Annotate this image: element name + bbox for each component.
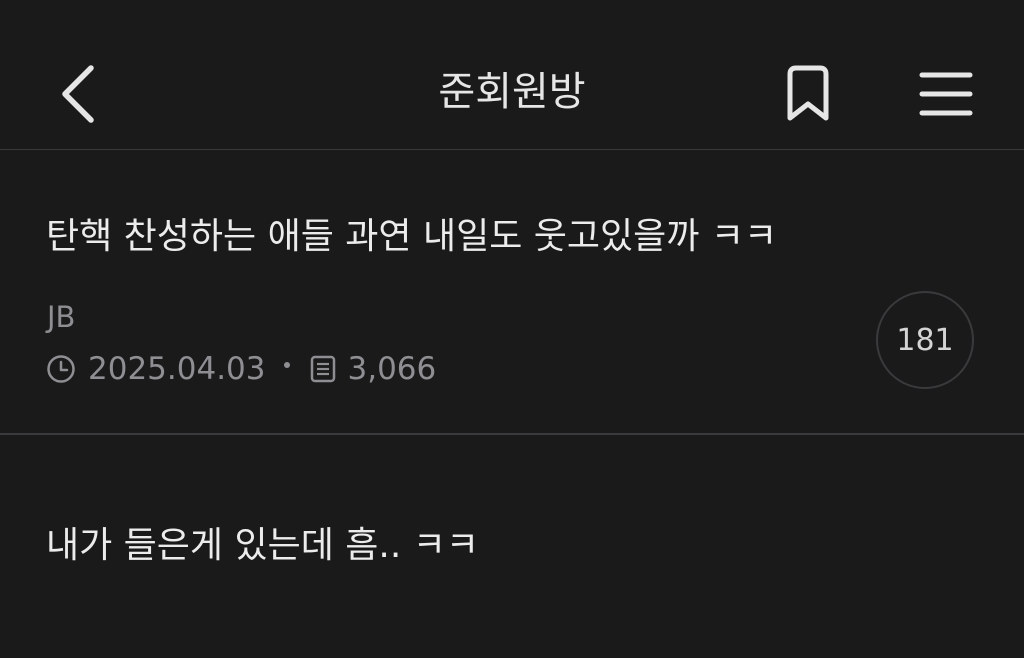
post-title[interactable]: 내가 들은게 있는데 흠.. ㅋㅋ — [46, 518, 479, 574]
top-navigation-bar: 준회원방 — [0, 0, 1024, 150]
post-item[interactable]: 내가 들은게 있는데 흠.. ㅋㅋ — [0, 436, 1024, 658]
menu-button[interactable] — [900, 55, 992, 133]
post-meta: 2025.04.03 3,066 — [46, 349, 436, 389]
post-view-count: 3,066 — [347, 351, 437, 387]
document-icon — [310, 355, 336, 383]
board-title: 준회원방 — [438, 69, 586, 115]
clock-icon — [46, 354, 76, 384]
post-title[interactable]: 탄핵 찬성하는 애들 과연 내일도 웃고있을까 ㅋㅋ — [46, 209, 777, 265]
bookmark-button[interactable] — [768, 55, 848, 133]
bookmark-icon — [787, 65, 829, 121]
comment-count-badge[interactable]: 181 — [876, 291, 974, 389]
post-author: JB — [47, 300, 76, 334]
chevron-left-icon — [62, 65, 94, 123]
app-screen: 준회원방 탄핵 찬성하는 애들 과연 내일도 웃고있을까 ㅋㅋ JB 2025.… — [0, 0, 1024, 658]
post-date: 2025.04.03 — [88, 351, 266, 387]
post-item[interactable]: 탄핵 찬성하는 애들 과연 내일도 웃고있을까 ㅋㅋ JB 2025.04.03… — [0, 151, 1024, 435]
separator-dot — [283, 362, 290, 368]
hamburger-menu-icon — [919, 72, 973, 116]
back-button[interactable] — [44, 55, 114, 133]
